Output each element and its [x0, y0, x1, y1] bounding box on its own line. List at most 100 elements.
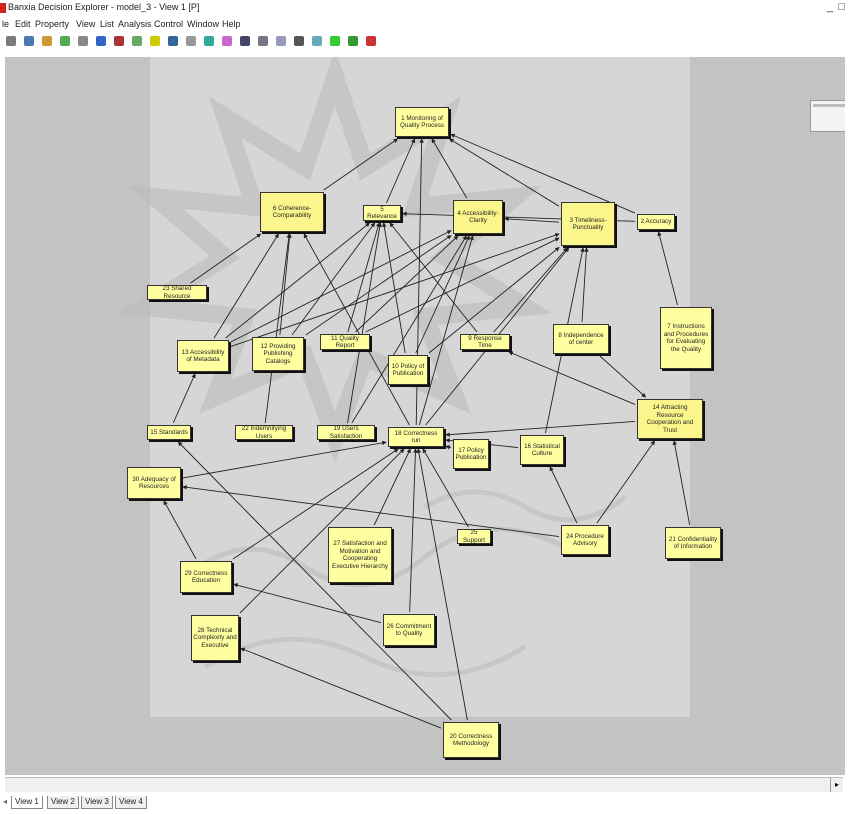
link-n21-to-n14[interactable] — [672, 440, 691, 526]
menu-window[interactable]: Window — [187, 19, 219, 29]
tab-view-2[interactable]: View 2 — [47, 796, 79, 809]
node-satisfaction-motivation[interactable]: 27 Satisfaction and Motivation and Coope… — [328, 527, 392, 583]
style-icon[interactable] — [132, 36, 142, 46]
node-independence-center[interactable]: 8 Independence of center — [553, 324, 609, 354]
new-icon[interactable] — [6, 36, 16, 46]
node-correctness-education[interactable]: 29 Correctness Education — [180, 561, 232, 593]
tab-scroll-left-icon[interactable]: ◂ — [3, 797, 7, 806]
window-controls[interactable]: _ □ — [827, 1, 846, 13]
node-accuracy[interactable]: 2 Accuracy — [637, 214, 675, 230]
help-icon[interactable] — [204, 36, 214, 46]
link-n11-to-n5[interactable] — [347, 222, 381, 333]
node-standards[interactable]: 15 Standards — [147, 425, 191, 440]
overview-panel[interactable] — [810, 100, 845, 132]
node-coherence-comparability[interactable]: 6 Coherence-Comparability — [260, 192, 324, 232]
open-icon[interactable] — [24, 36, 34, 46]
menu-view[interactable]: View — [76, 19, 95, 29]
link-n14-to-n9[interactable] — [508, 351, 636, 405]
node-response-time[interactable]: 9 Response Time — [460, 334, 510, 350]
zoom-icon[interactable] — [312, 36, 322, 46]
map-workspace[interactable]: 1 Monitoring of Quality Process 6 Cohere… — [5, 57, 845, 775]
arrow-icon[interactable] — [330, 36, 340, 46]
node-policy-publication[interactable]: 17 Policy Publication — [453, 439, 489, 469]
link-n4-to-n1[interactable] — [431, 138, 468, 199]
link-n24-to-n16[interactable] — [549, 466, 578, 524]
link-n20-to-n28[interactable] — [240, 647, 442, 729]
node-confidentiality-information[interactable]: 21 Confidentiality of Information — [665, 527, 721, 559]
link-n26-to-n29[interactable] — [233, 583, 382, 624]
menu-edit[interactable]: Edit — [15, 19, 31, 29]
link-n12-to-n4[interactable] — [305, 235, 452, 336]
node-timeliness-punctuality[interactable]: 3 Timeliness-Punctuality — [561, 202, 615, 246]
scroll-right-icon[interactable]: ▸ — [830, 778, 843, 792]
node-relevance[interactable]: 5 Relevance — [363, 205, 401, 221]
cut-icon[interactable] — [60, 36, 70, 46]
tab-view-1[interactable]: View 1 — [11, 796, 43, 809]
node-correctness-methodology[interactable]: 20 Correctness Methodology — [443, 722, 499, 758]
link-n24-to-n14[interactable] — [596, 440, 655, 524]
node-adequacy-resources[interactable]: 30 Adequacy of Resources — [127, 467, 181, 499]
link-n22-to-n6[interactable] — [264, 233, 291, 424]
node-indemnifying-users[interactable]: 22 Indemnifying Users — [235, 425, 293, 440]
node-procedure-advisory[interactable]: 24 Procedure Advisory — [561, 525, 609, 555]
link-n8-to-n14[interactable] — [599, 355, 647, 398]
link-n29-to-n30[interactable] — [163, 500, 197, 560]
node-policy-of-publication[interactable]: 10 Policy of Publication — [388, 355, 428, 385]
link-icon[interactable] — [114, 36, 124, 46]
view-icon[interactable] — [222, 36, 232, 46]
grid-icon[interactable] — [258, 36, 268, 46]
menu-analysis[interactable]: Analysis — [118, 19, 152, 29]
shape-icon[interactable] — [366, 36, 376, 46]
node-users-satisfaction[interactable]: 19 Users Satisfaction — [317, 425, 375, 440]
link-n20-to-n18[interactable] — [416, 448, 468, 721]
toolbar — [0, 31, 420, 55]
node-accessibility-clarity[interactable]: 4 Accessibility-Clarity — [453, 200, 503, 234]
menu-list[interactable]: List — [100, 19, 114, 29]
list-icon[interactable] — [294, 36, 304, 46]
menu-help[interactable]: Help — [222, 19, 241, 29]
link-n23-to-n6[interactable] — [190, 233, 262, 284]
link-n18-to-n6[interactable] — [303, 233, 410, 426]
node-shared-resource[interactable]: 23 Shared Resource — [147, 285, 207, 300]
link-n15-to-n13[interactable] — [172, 373, 196, 424]
layout-icon[interactable] — [240, 36, 250, 46]
link-n30-to-n18[interactable] — [182, 440, 387, 479]
node-commitment-quality[interactable]: 26 Commitment to Quality — [383, 614, 435, 646]
run-icon[interactable] — [150, 36, 160, 46]
save-icon[interactable] — [42, 36, 52, 46]
link-n12-to-n6[interactable] — [279, 233, 292, 336]
link-n7-to-n2[interactable] — [657, 231, 678, 306]
link-n6-to-n1[interactable] — [323, 138, 399, 191]
link-n26-to-n18[interactable] — [409, 448, 418, 613]
node-support[interactable]: 25 Support — [457, 529, 491, 544]
node-technical-complexity[interactable]: 28 Technical Complexity and Executive — [191, 615, 239, 661]
tab-view-3[interactable]: View 3 — [81, 796, 113, 809]
paste-icon[interactable] — [96, 36, 106, 46]
link-n13-to-n5[interactable] — [225, 222, 371, 339]
analysis-icon[interactable] — [276, 36, 286, 46]
link-n14-to-n18[interactable] — [445, 421, 636, 437]
tab-view-4[interactable]: View 4 — [115, 796, 147, 809]
link-n8-to-n3[interactable] — [581, 247, 589, 323]
copy-icon[interactable] — [78, 36, 88, 46]
node-quality-report[interactable]: 11 Quality Report — [320, 334, 370, 350]
link-n5-to-n1[interactable] — [385, 138, 416, 204]
map-icon[interactable] — [168, 36, 178, 46]
node-attracting-resource-cooperation[interactable]: 14 Attracting Resource Cooperation and T… — [637, 399, 703, 439]
node-instructions-procedures[interactable]: 7 Instructions and Procedures for Evalua… — [660, 307, 712, 369]
menu-property[interactable]: Property — [35, 19, 69, 29]
node-accessibility-metadata[interactable]: 13 Accessibility of Metadata — [177, 340, 229, 372]
node-monitoring-quality-process[interactable]: 1 Monitoring of Quality Process — [395, 107, 449, 137]
menu-file[interactable]: le — [2, 19, 9, 29]
link-n3-to-n4[interactable] — [504, 216, 560, 223]
node-correctness-run[interactable]: 18 Correctness run — [388, 427, 444, 447]
link-n12-to-n5[interactable] — [291, 222, 376, 336]
horizontal-scrollbar[interactable]: ▸ — [5, 777, 843, 792]
node-statistical-culture[interactable]: 16 Statistical Culture — [520, 435, 564, 465]
link-n17-to-n18[interactable] — [445, 445, 452, 450]
menu-control[interactable]: Control — [154, 19, 183, 29]
print-icon[interactable] — [186, 36, 196, 46]
node-icon[interactable] — [348, 36, 358, 46]
link-n9-to-n3[interactable] — [493, 247, 568, 333]
node-providing-catalogs[interactable]: 12 Providing Publishing Catalogs — [252, 337, 304, 371]
